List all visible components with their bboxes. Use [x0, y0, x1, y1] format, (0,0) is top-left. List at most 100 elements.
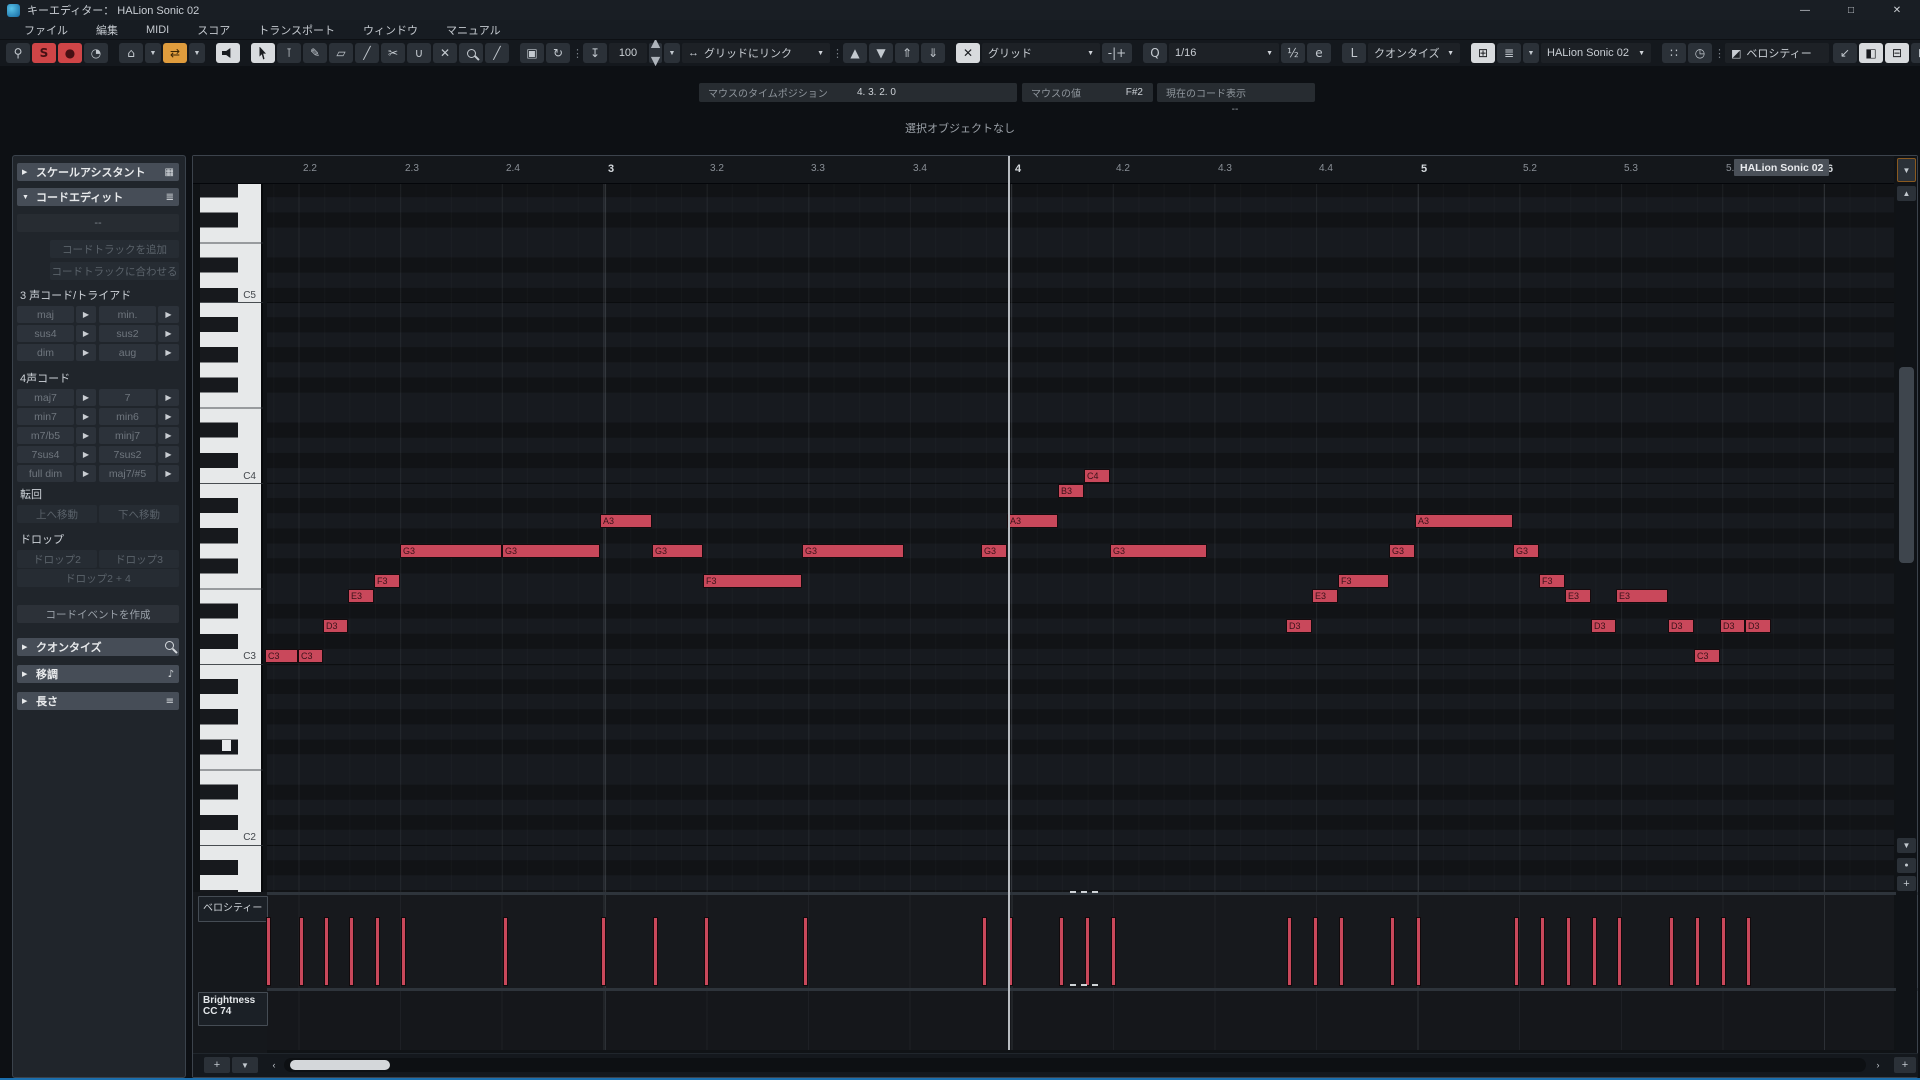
trim-tool[interactable]: ⊺ — [277, 43, 301, 63]
cc74-lane[interactable] — [267, 991, 1894, 1050]
add-lane-button[interactable]: + — [204, 1057, 230, 1073]
midi-note[interactable]: E3 — [1565, 589, 1591, 603]
menu-item-4[interactable]: トランスポート — [244, 20, 349, 39]
midi-note[interactable]: D3 — [1720, 619, 1745, 633]
menu-item-2[interactable]: MIDI — [132, 20, 183, 39]
chord-button-min[interactable]: min. — [99, 306, 156, 323]
add-chord-track-button[interactable]: コードトラックを追加 — [50, 240, 179, 258]
chord-button-min7[interactable]: min7 — [17, 408, 74, 425]
midi-note[interactable]: G3 — [1110, 544, 1207, 558]
velocity-bar[interactable] — [1287, 917, 1292, 986]
section-header-transpose[interactable]: ▶移調♪ — [17, 665, 179, 683]
glue-tool[interactable]: ∪ — [407, 43, 431, 63]
scroll-down-button[interactable]: ▼ — [1897, 838, 1916, 853]
velocity-bar[interactable] — [266, 917, 271, 986]
velocity-bar[interactable] — [375, 917, 380, 986]
menu-item-1[interactable]: 編集 — [82, 20, 132, 39]
velocity-bar[interactable] — [1514, 917, 1519, 986]
retro-record-button[interactable]: ◔ — [84, 43, 108, 63]
chord-variant-arrow[interactable]: ▶ — [76, 306, 96, 323]
velocity-bar[interactable] — [299, 917, 304, 986]
part-edit-arrow[interactable]: ▼ — [1523, 43, 1539, 63]
midi-note[interactable]: D3 — [323, 619, 348, 633]
midi-note[interactable]: D3 — [1591, 619, 1616, 633]
line-tool[interactable]: ╱ — [485, 43, 509, 63]
section-header-scale-assistant[interactable]: ▶スケールアシスタント▦ — [17, 163, 179, 181]
scroll-left-button[interactable]: ‹ — [266, 1057, 282, 1073]
zoom-tool[interactable] — [459, 43, 483, 63]
chord-variant-arrow[interactable]: ▶ — [76, 446, 96, 463]
midi-note[interactable]: A3 — [600, 514, 652, 528]
match-chord-track-button[interactable]: コードトラックに合わせる — [50, 262, 179, 280]
insert-velocity-value[interactable]: 100 — [609, 43, 647, 63]
chord-variant-arrow[interactable]: ▶ — [76, 325, 96, 342]
move-down-button[interactable]: ⇓ — [921, 43, 945, 63]
chord-variant-arrow[interactable]: ▶ — [158, 465, 179, 482]
midi-note[interactable]: F3 — [1338, 574, 1389, 588]
velocity-bar[interactable] — [704, 917, 709, 986]
move-up-button[interactable]: ⇑ — [895, 43, 919, 63]
drop-2-4-button[interactable]: ドロップ2 + 4 — [17, 569, 179, 587]
length-quantize-dropdown[interactable]: クオンタイズ▼ — [1368, 43, 1460, 63]
section-header-chord-edit[interactable]: ▼コードエディット≣ — [17, 188, 179, 206]
section-header-length[interactable]: ▶長さ≡ — [17, 692, 179, 710]
velocity-bar[interactable] — [1540, 917, 1545, 986]
chord-button-maj7[interactable]: maj7 — [17, 389, 74, 406]
step-input-button[interactable]: ∷ — [1662, 43, 1686, 63]
event-colors-dropdown[interactable]: ◩ベロシティー — [1725, 43, 1829, 63]
chord-variant-arrow[interactable]: ▶ — [158, 408, 179, 425]
lower-zone-toggle-button[interactable]: ⊟ — [1885, 43, 1909, 63]
velocity-bar[interactable] — [1416, 917, 1421, 986]
midi-note[interactable]: G3 — [802, 544, 904, 558]
select-tool[interactable] — [251, 43, 275, 63]
close-button[interactable]: ✕ — [1874, 0, 1920, 20]
nudge-up-button[interactable]: ▲ — [843, 43, 867, 63]
window-layout-setup-button[interactable]: ⊞ — [1911, 43, 1920, 63]
autoscroll-arrow[interactable]: ▼ — [189, 43, 205, 63]
snap-range-button[interactable]: -|+ — [1102, 43, 1132, 63]
chord-variant-arrow[interactable]: ▶ — [158, 344, 179, 361]
chord-button-maj[interactable]: maj — [17, 306, 74, 323]
nudge-down-button[interactable]: ▼ — [869, 43, 893, 63]
lane-select-dropdown[interactable]: ▼ — [232, 1057, 258, 1073]
chord-variant-arrow[interactable]: ▶ — [158, 427, 179, 444]
midi-note[interactable]: G3 — [652, 544, 703, 558]
playhead-cursor[interactable] — [1008, 156, 1010, 1050]
midi-note[interactable]: C4 — [1084, 469, 1110, 483]
grid-overflow-dots[interactable]: ⋮ — [832, 47, 841, 60]
velocity-bar[interactable] — [1313, 917, 1318, 986]
quantize-icon[interactable]: Q — [1143, 43, 1167, 63]
snap-type-dropdown[interactable]: グリッド▼ — [982, 43, 1100, 63]
velocity-bar[interactable] — [1059, 917, 1064, 986]
midi-note[interactable]: A3 — [1007, 514, 1058, 528]
lane-divider[interactable] — [193, 892, 1918, 895]
auto-select-controllers-button[interactable]: ▣ — [520, 43, 544, 63]
input-overflow-dots[interactable]: ⋮ — [1714, 47, 1723, 60]
velocity-bar[interactable] — [601, 917, 606, 986]
midi-note[interactable]: G3 — [981, 544, 1007, 558]
midi-note[interactable]: F3 — [703, 574, 802, 588]
midi-note[interactable]: D3 — [1286, 619, 1312, 633]
chord-button-m7b5[interactable]: m7/b5 — [17, 427, 74, 444]
left-zone-toggle-button[interactable]: ◧ — [1859, 43, 1883, 63]
menu-item-5[interactable]: ウィンドウ — [349, 20, 432, 39]
velocity-bar[interactable] — [401, 917, 406, 986]
velocity-bar[interactable] — [1592, 917, 1597, 986]
zoom-indicator-button[interactable]: ● — [1897, 858, 1916, 873]
scroll-up-button[interactable]: ▲ — [1897, 186, 1916, 201]
draw-tool[interactable]: ✎ — [303, 43, 327, 63]
chord-button-7[interactable]: 7 — [99, 389, 156, 406]
link-to-grid-dropdown[interactable]: ↔グリッドにリンク▼ — [682, 43, 830, 63]
midi-note[interactable]: D3 — [1745, 619, 1771, 633]
velocity-bar[interactable] — [803, 917, 808, 986]
insert-velocity-icon[interactable]: ↧ — [583, 43, 607, 63]
midi-note[interactable]: E3 — [348, 589, 374, 603]
chord-button-sus4[interactable]: sus4 — [17, 325, 74, 342]
inversion-button-0[interactable]: 上へ移動 — [17, 505, 97, 523]
velocity-bar[interactable] — [1695, 917, 1700, 986]
chord-button-7sus2[interactable]: 7sus2 — [99, 446, 156, 463]
midi-note[interactable]: C3 — [265, 649, 298, 663]
window-layout-button[interactable]: ⌂ — [119, 43, 143, 63]
chord-variant-arrow[interactable]: ▶ — [158, 325, 179, 342]
velocity-bar[interactable] — [324, 917, 329, 986]
